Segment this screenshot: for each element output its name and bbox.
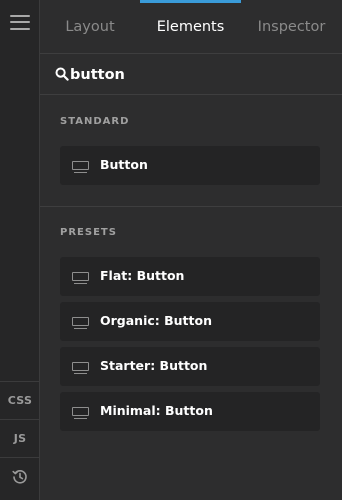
button-element-icon [72, 407, 89, 419]
element-item-label: Flat: Button [100, 268, 185, 283]
section-title-standard: STANDARD [60, 116, 130, 127]
tab-elements[interactable]: Elements [140, 0, 241, 54]
menu-button[interactable] [0, 0, 40, 44]
css-button[interactable]: CSS [0, 381, 40, 419]
button-element-icon [72, 362, 89, 374]
button-element-icon [72, 317, 89, 329]
element-item-label: Minimal: Button [100, 403, 213, 418]
history-icon [12, 469, 27, 484]
tab-layout[interactable]: Layout [40, 0, 140, 54]
section-divider [40, 206, 342, 207]
tab-inspector[interactable]: Inspector [241, 0, 342, 54]
element-item-button[interactable]: Button [60, 146, 320, 185]
left-rail: CSS JS [0, 0, 40, 500]
section-title-presets: PRESETS [60, 227, 117, 238]
element-item-label: Organic: Button [100, 313, 212, 328]
button-element-icon [72, 272, 89, 284]
search-icon [55, 67, 69, 81]
preset-item-minimal-button[interactable]: Minimal: Button [60, 392, 320, 431]
preset-item-flat-button[interactable]: Flat: Button [60, 257, 320, 296]
button-element-icon [72, 161, 89, 173]
preset-item-starter-button[interactable]: Starter: Button [60, 347, 320, 386]
element-item-label: Button [100, 157, 148, 172]
history-button[interactable] [0, 457, 40, 495]
panel-tabs: Layout Elements Inspector [40, 0, 342, 54]
js-button[interactable]: JS [0, 419, 40, 457]
element-item-label: Starter: Button [100, 358, 208, 373]
preset-item-organic-button[interactable]: Organic: Button [60, 302, 320, 341]
hamburger-icon [10, 14, 30, 30]
search-bar [40, 55, 342, 95]
search-input[interactable] [70, 63, 330, 87]
